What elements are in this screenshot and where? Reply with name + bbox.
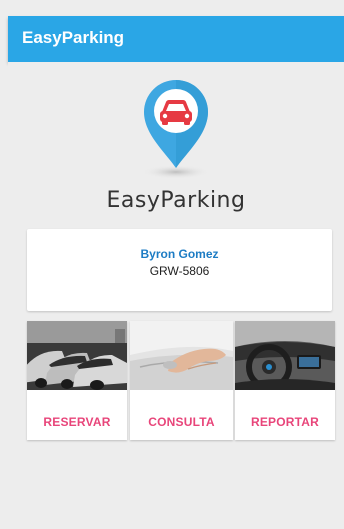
car-location-pin-icon — [135, 74, 217, 184]
consulta-label: CONSULTA — [148, 415, 215, 429]
reportar-button[interactable]: REPORTAR — [235, 321, 335, 440]
reservar-button[interactable]: RESERVAR — [27, 321, 127, 440]
reservar-label: RESERVAR — [43, 415, 111, 429]
car-dashboard-image — [235, 321, 335, 390]
hand-on-car-door-image — [130, 321, 233, 390]
consulta-button[interactable]: CONSULTA — [130, 321, 233, 440]
app-bar-title: EasyParking — [22, 28, 125, 47]
reportar-label: REPORTAR — [250, 415, 320, 429]
user-name: Byron Gomez — [140, 247, 219, 261]
app-bar: EasyParking — [8, 16, 344, 62]
user-card: Byron Gomez GRW-5806 — [27, 229, 332, 311]
parked-cars-image — [27, 321, 127, 390]
brand-name: EasyParking — [106, 188, 246, 213]
license-plate: GRW-5806 — [149, 264, 210, 278]
main-content: EasyParking Byron Gomez GRW-5806 RESERVA… — [8, 62, 344, 529]
